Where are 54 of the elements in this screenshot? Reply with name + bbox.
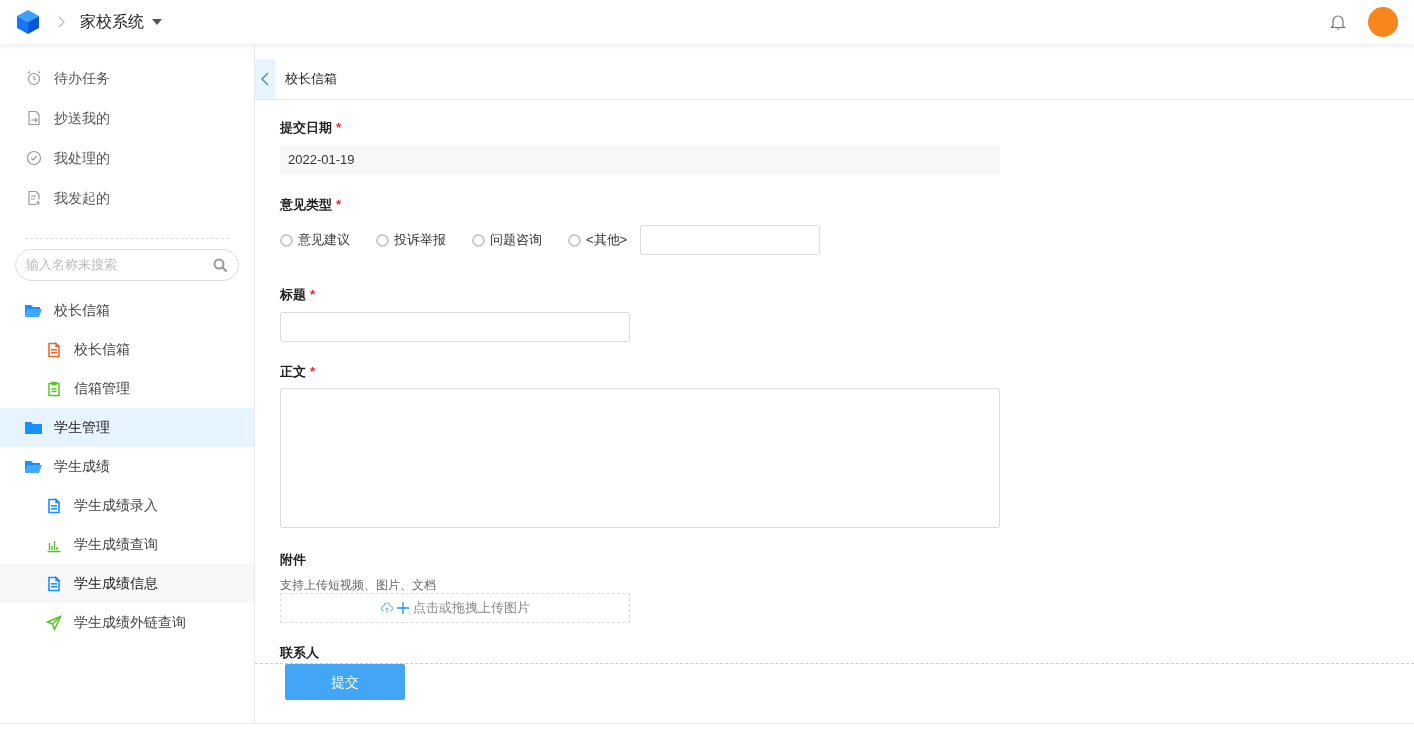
field-label: 提交日期 * <box>280 119 343 136</box>
field-label: 联系人 <box>280 644 320 661</box>
chevron-left-icon <box>261 72 269 86</box>
required-mark: * <box>310 364 316 379</box>
tree-item[interactable]: 信箱管理 <box>0 369 254 408</box>
tree-folder[interactable]: 校长信箱 <box>0 291 254 330</box>
user-avatar[interactable] <box>1368 7 1398 37</box>
upload-area[interactable]: 点击或拖拽上传图片 <box>280 593 630 623</box>
tree-item[interactable]: 校长信箱 <box>0 330 254 369</box>
document-plus-icon <box>26 190 42 206</box>
sidebar-shortcut[interactable]: 抄送我的 <box>0 98 254 138</box>
page-title: 校长信箱 <box>285 70 337 89</box>
radio-button[interactable] <box>472 233 485 247</box>
other-input-field[interactable] <box>640 225 821 255</box>
check-circle-icon <box>26 150 42 166</box>
radio-button[interactable] <box>568 233 581 247</box>
tree-folder[interactable]: 学生成绩 <box>0 447 254 486</box>
document-arrow-icon <box>26 110 42 126</box>
cube-logo-icon <box>16 9 40 35</box>
chevron-right-icon <box>56 16 66 28</box>
required-mark: * <box>336 197 342 212</box>
radio-button[interactable] <box>280 233 293 247</box>
tree-item[interactable]: 学生成绩信息 <box>0 564 254 603</box>
field-label: 标题 * <box>280 286 317 303</box>
app-switcher[interactable]: 家校系统 <box>80 10 162 34</box>
date-field[interactable]: 2022-01-19 <box>280 145 1000 175</box>
radio-option[interactable]: 投诉举报 <box>376 230 446 250</box>
field-label: 附件 <box>280 551 307 568</box>
sidebar-shortcut[interactable]: 我处理的 <box>0 138 254 178</box>
radio-button[interactable] <box>376 233 389 247</box>
field-label: 正文 * <box>280 363 317 380</box>
radio-option[interactable]: 意见建议 <box>280 230 350 250</box>
attachment-hint: 支持上传短视频、图片、文档 <box>280 577 437 592</box>
sidebar-shortcut[interactable]: 我发起的 <box>0 178 254 218</box>
required-mark: * <box>310 287 316 302</box>
required-mark: * <box>336 120 342 135</box>
back-button[interactable] <box>255 59 275 99</box>
tree-item[interactable]: 学生成绩查询 <box>0 525 254 564</box>
notification-bell-icon[interactable] <box>1330 13 1346 31</box>
search-icon <box>213 257 228 273</box>
tree-folder[interactable]: 学生管理 <box>0 408 254 447</box>
title-input-field[interactable] <box>280 312 630 342</box>
body-textarea[interactable] <box>280 388 1000 528</box>
field-label: 意见类型 * <box>280 196 343 213</box>
cloud-upload-icon <box>380 602 393 614</box>
plus-icon <box>396 602 409 614</box>
caret-down-icon <box>152 19 162 25</box>
alarm-clock-icon <box>26 70 42 86</box>
radio-option[interactable]: 问题咨询 <box>472 230 542 250</box>
search-input[interactable]: 输入名称来搜索 <box>26 255 213 275</box>
tree-item[interactable]: 学生成绩外链查询 <box>0 603 254 642</box>
tree-item[interactable]: 学生成绩录入 <box>0 486 254 525</box>
sidebar-shortcut[interactable]: 待办任务 <box>0 58 254 98</box>
radio-option[interactable]: <其他> <box>568 230 628 250</box>
